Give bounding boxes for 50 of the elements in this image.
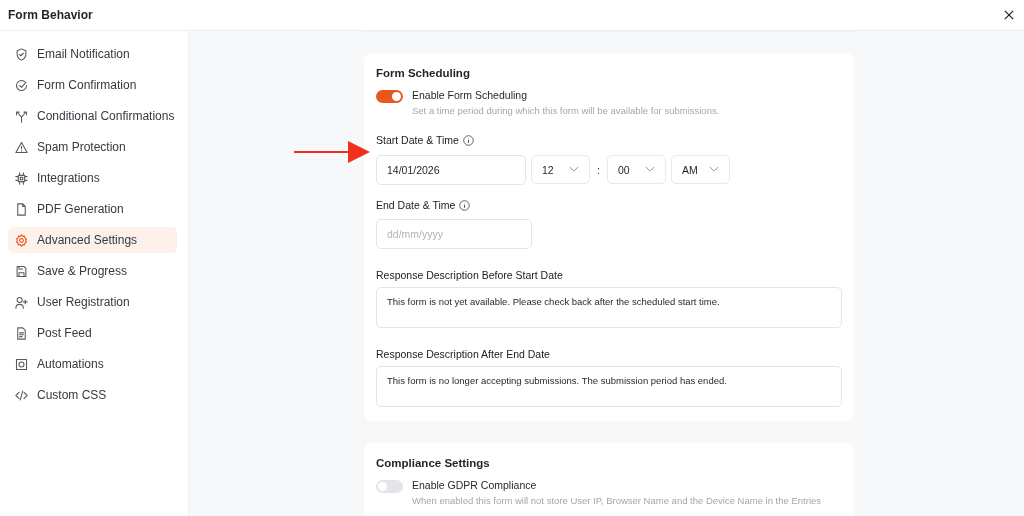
sidebar-item-icon	[14, 263, 29, 279]
sidebar-item[interactable]: Custom CSS	[8, 382, 177, 408]
sidebar-item-icon	[14, 139, 29, 155]
minute-select[interactable]: 00	[606, 155, 666, 184]
toggle-label: Enable Form Scheduling	[412, 89, 528, 101]
sidebar-item[interactable]: Spam Protection	[8, 134, 177, 160]
sidebar-item[interactable]: Form Confirmation	[8, 72, 177, 98]
sidebar-item[interactable]: Save & Progress	[8, 258, 177, 284]
close-icon[interactable]	[1004, 10, 1014, 20]
sidebar-item-icon	[14, 108, 29, 124]
period-select[interactable]: AM	[670, 155, 730, 184]
sidebar-item[interactable]: Post Feed	[8, 320, 177, 346]
sidebar-item[interactable]: PDF Generation	[8, 196, 177, 222]
sidebar-item[interactable]: User Registration	[8, 289, 177, 315]
date-field[interactable]: dd/mm/yyyy	[376, 219, 532, 249]
toggle-label: Enable GDPR Compliance	[412, 479, 538, 491]
chevron-down-icon	[644, 166, 655, 173]
time-separator: :	[597, 163, 600, 176]
sidebar-item[interactable]: Conditional Confirmations	[8, 103, 177, 129]
sidebar-item-icon	[14, 325, 29, 341]
hour-select[interactable]: 12	[531, 155, 590, 184]
section-title: Compliance Settings	[376, 457, 491, 469]
sidebar-item-icon	[14, 232, 29, 248]
chevron-down-icon	[708, 166, 719, 173]
field-label: End Date & Time	[376, 199, 456, 211]
sidebar-item-icon	[14, 201, 29, 217]
info-icon[interactable]	[462, 134, 474, 146]
info-icon[interactable]	[459, 199, 471, 211]
toggle-switch[interactable]	[376, 480, 403, 493]
sidebar-item-icon	[14, 46, 29, 62]
toggle-description: Set a time period during which this form will be available for submissions.	[412, 105, 720, 116]
text-area[interactable]: This form is no longer accepting submissions. The submission period has ended.	[376, 366, 842, 407]
date-field[interactable]: 14/01/2026	[376, 155, 526, 185]
toggle-description: When enabled this form will not store User IP, Browser Name and the Device Name in the Entries	[412, 495, 822, 506]
field-label: Response Description After End Date	[376, 348, 551, 360]
text-area[interactable]: This form is not yet available. Please check back after the scheduled start time.	[376, 287, 842, 328]
chevron-down-icon	[569, 166, 579, 173]
sidebar-item-icon	[14, 170, 29, 186]
sidebar-item[interactable]: Email Notification	[8, 41, 177, 67]
sidebar-item-icon	[14, 77, 29, 93]
sidebar-item[interactable]: Automations	[8, 351, 177, 377]
sidebar-item[interactable]: Integrations	[8, 165, 177, 191]
sidebar-item-icon	[14, 294, 29, 310]
field-label: Response Description Before Start Date	[376, 269, 564, 281]
window-title: Form Behavior	[8, 8, 93, 22]
section-title: Form Scheduling	[376, 67, 471, 79]
sidebar-item[interactable]: Advanced Settings	[8, 227, 177, 253]
sidebar-item-icon	[14, 356, 29, 372]
toggle-switch[interactable]	[376, 90, 403, 103]
field-label: Start Date & Time	[376, 134, 459, 146]
